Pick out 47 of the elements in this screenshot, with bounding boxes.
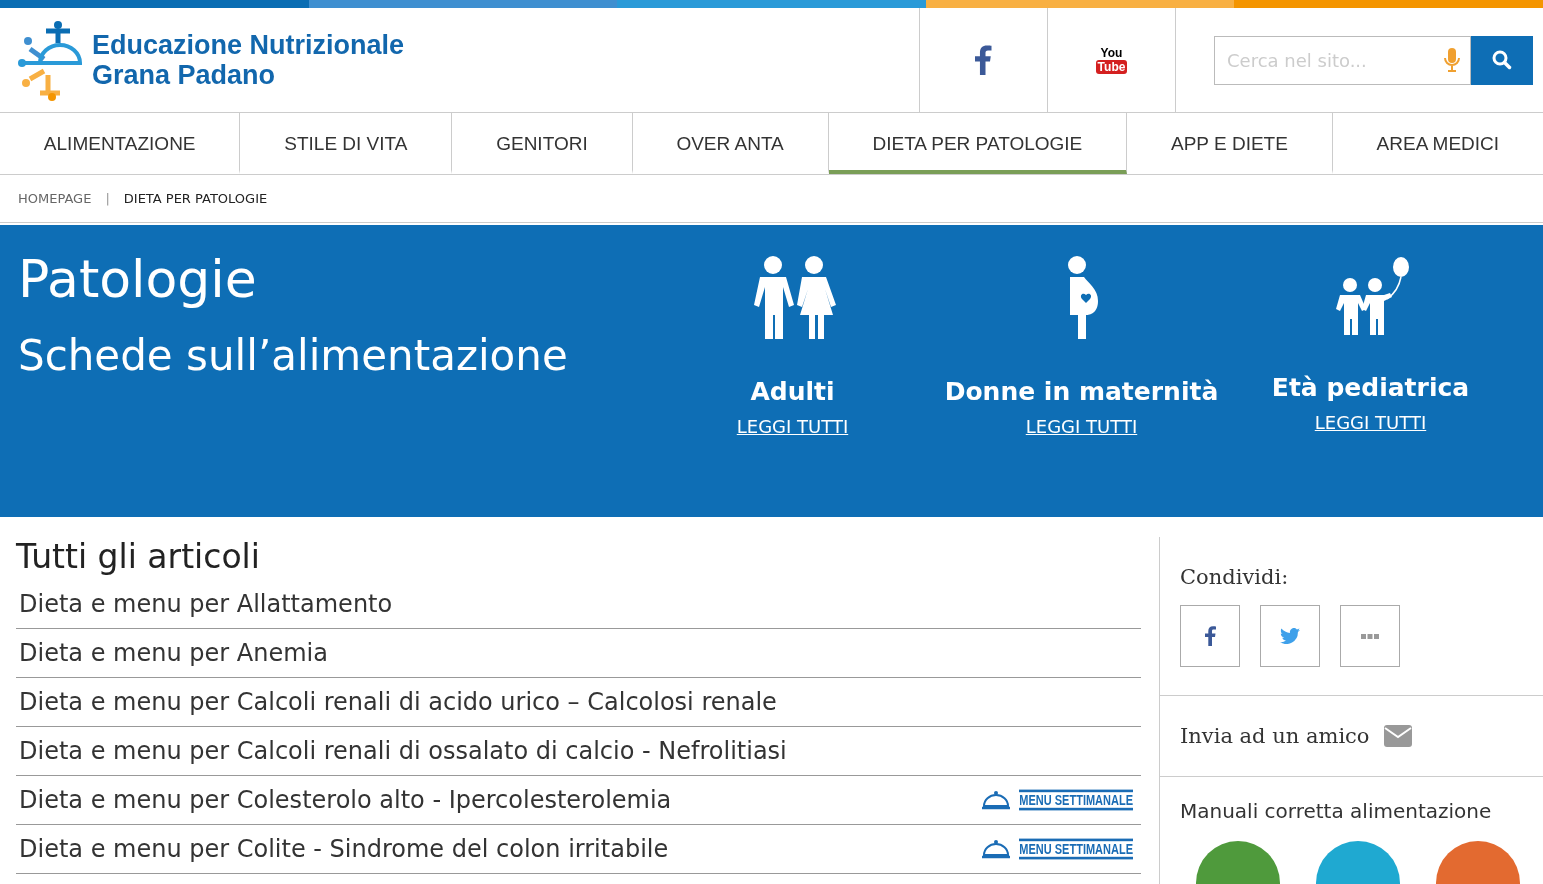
breadcrumb-link[interactable]: HOMEPAGE <box>18 191 92 206</box>
manuals-title: Manuali corretta alimentazione <box>1179 798 1493 825</box>
envelope-icon <box>1383 725 1412 747</box>
search-icon <box>1492 50 1513 70</box>
nav-tab[interactable]: STILE DI VITA <box>240 113 453 174</box>
search-button[interactable] <box>1471 35 1533 85</box>
more-icon <box>1361 633 1379 639</box>
cloche-icon <box>981 839 1012 859</box>
read-all-link[interactable]: LEGGI TUTTI <box>1025 416 1138 437</box>
nav-tab[interactable]: OVER ANTA <box>632 113 829 174</box>
article-link[interactable]: Dieta e menu per Allattamento <box>19 590 393 618</box>
nav-tab[interactable]: AREA MEDICI <box>1332 113 1543 174</box>
article-link[interactable]: Dieta e menu per Calcoli renali di ossalato di calcio - Nefrolitiasi <box>19 737 787 765</box>
category-title: Adulti <box>750 377 835 406</box>
twitter-share-button[interactable] <box>1260 605 1320 667</box>
cloche-icon <box>981 790 1012 810</box>
microphone-icon <box>1444 47 1461 73</box>
hero-subtitle: Schede sull’alimentazione <box>18 331 569 380</box>
category-title: Donne in maternità <box>944 377 1219 406</box>
article-link[interactable]: Dieta e menu per Anemia <box>19 639 328 667</box>
read-all-link[interactable]: LEGGI TUTTI <box>736 416 849 437</box>
nav-tab[interactable]: ALIMENTAZIONE <box>0 113 241 174</box>
nav-tab[interactable]: GENITORI <box>452 113 633 174</box>
section-title: Tutti gli articoli <box>16 537 261 576</box>
facebook-icon <box>1204 626 1216 646</box>
more-share-button[interactable] <box>1340 605 1400 667</box>
hero-title: Patologie <box>18 249 258 309</box>
weekly-menu-link[interactable]: MENU SETTIMANALE <box>981 839 1133 859</box>
facebook-icon <box>975 45 992 75</box>
breadcrumb-separator: | <box>105 191 110 206</box>
breadcrumb-link[interactable]: DIETA PER PATOLOGIE <box>123 191 268 206</box>
share-label: Condividi: <box>1180 565 1289 589</box>
bird-icon <box>1280 628 1300 644</box>
logo-subtitle: Grana Padano <box>92 60 277 90</box>
logo-icon <box>18 19 82 101</box>
read-all-link[interactable]: LEGGI TUTTI <box>1314 412 1427 433</box>
article-link[interactable]: Dieta e menu per Calcoli renali di acido urico – Calcolosi renale <box>19 688 777 716</box>
send-to-friend-link[interactable]: Invia ad un amico <box>1180 724 1370 748</box>
facebook-share-button[interactable] <box>1180 605 1240 667</box>
logo-title: Educazione Nutrizionale <box>92 30 405 60</box>
nav-tab[interactable]: DIETA PER PATOLOGIE <box>828 113 1128 174</box>
weekly-menu-link[interactable]: MENU SETTIMANALE <box>981 790 1133 810</box>
article-link[interactable]: Dieta e menu per Colite - Sindrome del colon irritabile <box>19 835 669 863</box>
article-link[interactable]: Dieta e menu per Colesterolo alto - Ipercolesterolemia <box>19 786 672 814</box>
nav-tab[interactable]: APP E DIETE <box>1127 113 1333 174</box>
category-title: Età pediatrica <box>1271 373 1470 402</box>
youtube-link[interactable]: You Tube <box>1047 8 1175 112</box>
